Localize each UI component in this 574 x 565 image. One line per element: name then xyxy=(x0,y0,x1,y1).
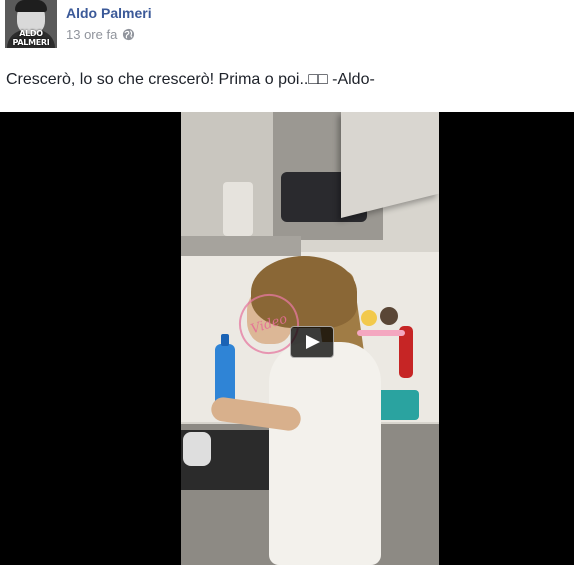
post-meta: 13 ore fa xyxy=(66,27,135,42)
cartoon-sticker-icon xyxy=(357,307,405,336)
person-body xyxy=(269,342,381,565)
video-player[interactable]: Video xyxy=(0,112,574,565)
range-hood xyxy=(181,236,301,256)
post-status-text: Crescerò, lo so che crescerò! Prima o po… xyxy=(6,71,375,88)
play-icon xyxy=(306,335,320,349)
avatar-hair xyxy=(15,0,47,12)
author-name-link[interactable]: Aldo Palmeri xyxy=(66,5,152,21)
facebook-post: ALDO PALMERI Aldo Palmeri 13 ore fa Cres… xyxy=(0,0,574,565)
cooking-pot xyxy=(183,432,211,466)
author-avatar[interactable]: ALDO PALMERI xyxy=(5,0,57,48)
globe-icon[interactable] xyxy=(122,28,135,41)
avatar-caption: ALDO PALMERI xyxy=(12,29,50,47)
post-timestamp[interactable]: 13 ore fa xyxy=(66,27,117,42)
glass-jar xyxy=(223,182,253,236)
play-button[interactable] xyxy=(290,326,334,358)
open-cabinet-door xyxy=(341,112,439,218)
